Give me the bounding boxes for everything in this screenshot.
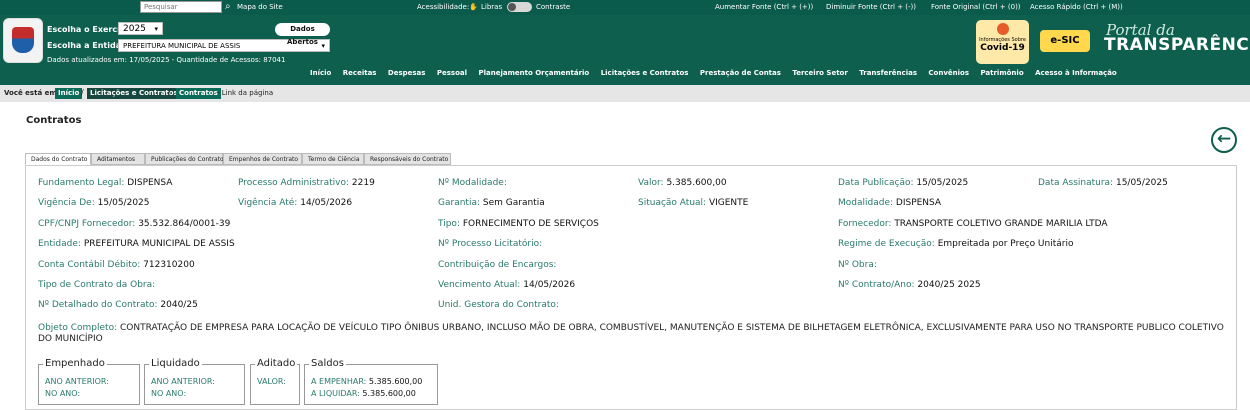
contrast-label[interactable]: Contraste (536, 3, 570, 11)
saldo-a-liquidar: A LIQUIDAR: 5.385.600,00 (311, 389, 416, 398)
box-saldos: Saldos A EMPENHAR: 5.385.600,00 A LIQUID… (304, 358, 438, 405)
field-processo-administrativo: Processo Administrativo: 2219 (238, 178, 375, 188)
field-n-obra: Nº Obra: (838, 260, 877, 270)
nav-licitacoes[interactable]: Licitações e Contratos (601, 69, 689, 77)
field-n-contrato-ano: Nº Contrato/Ano: 2040/25 2025 (838, 280, 981, 290)
field-data-assinatura: Data Assinatura: 15/05/2025 (1038, 178, 1168, 188)
nav-transferencias[interactable]: Transferências (859, 69, 917, 77)
chevron-down-icon: ▾ (154, 25, 158, 33)
page-title: Contratos (26, 115, 82, 126)
nav-receitas[interactable]: Receitas (343, 69, 377, 77)
tab-publicacoes[interactable]: Publicações do Contrato (145, 153, 224, 165)
tab-termo-ciencia[interactable]: Termo de Ciência (302, 153, 364, 165)
box-empenhado: Empenhado ANO ANTERIOR: NO ANO: (38, 358, 140, 405)
tab-empenhos[interactable]: Empenhos de Contrato (223, 153, 302, 165)
update-info: Dados atualizados em: 17/05/2025 - Quant… (47, 56, 286, 64)
contract-details-panel: Fundamento Legal: DISPENSA Processo Admi… (25, 165, 1237, 410)
saldo-a-empenhar: A EMPENHAR: 5.385.600,00 (311, 377, 423, 386)
exercicio-select[interactable]: 2025 ▾ (118, 22, 163, 35)
breadcrumb-licitacoes[interactable]: Licitações e Contratos (87, 88, 181, 99)
nav-prestacao[interactable]: Prestação de Contas (700, 69, 781, 77)
breadcrumb-label: Você está em: (4, 89, 60, 97)
box-title: Empenhado (43, 358, 107, 369)
field-cpf-cnpj: CPF/CNPJ Fornecedor: 35.532.864/0001-39 (38, 219, 231, 229)
aditado-valor: VALOR: (257, 377, 286, 386)
decrease-font-link[interactable]: Diminuir Fonte (Ctrl + (-)) (826, 3, 916, 11)
tab-aditamentos[interactable]: Aditamentos (91, 153, 145, 165)
libras-icon[interactable]: ✋ (469, 3, 478, 11)
covid-title: Covid-19 (980, 43, 1025, 53)
site-header: Escolha o Exercício: 2025 ▾ Escolha a En… (0, 15, 1250, 85)
field-modalidade: Modalidade: DISPENSA (838, 198, 942, 208)
box-aditado: Aditado VALOR: (250, 358, 300, 405)
box-title: Saldos (309, 358, 346, 369)
contrast-toggle[interactable] (507, 2, 532, 12)
chevron-down-icon: ▾ (321, 42, 325, 50)
field-vigencia-de: Vigência De: 15/05/2025 (38, 198, 150, 208)
back-arrow-icon[interactable]: ← (1211, 127, 1237, 153)
field-entidade: Entidade: PREFEITURA MUNICIPAL DE ASSIS (38, 239, 235, 249)
field-processo-licitatorio: Nº Processo Licitatório: (438, 239, 543, 249)
esic-banner[interactable]: e-SIC (1040, 30, 1090, 52)
increase-font-link[interactable]: Aumentar Fonte (Ctrl + (+)) (715, 3, 813, 11)
field-conta-contabil: Conta Contábil Débito: 712310200 (38, 260, 195, 270)
breadcrumb-note: - Link da página (217, 89, 274, 97)
box-liquidado: Liquidado ANO ANTERIOR: NO ANO: (144, 358, 245, 405)
liquidado-ano-anterior: ANO ANTERIOR: (151, 377, 215, 386)
main-nav: Início Receitas Despesas Pessoal Planeja… (310, 69, 1126, 77)
search-icon[interactable]: ⌕ (225, 1, 231, 12)
entidade-value: PREFEITURA MUNICIPAL DE ASSIS (123, 42, 241, 50)
nav-convenios[interactable]: Convênios (928, 69, 969, 77)
liquidado-no-ano: NO ANO: (151, 389, 187, 398)
accessibility-label: Acessibilidade: (417, 3, 470, 11)
tab-responsaveis[interactable]: Responsáveis do Contrato (364, 153, 451, 165)
field-regime-execucao: Regime de Execução: Empreitada por Preço… (838, 239, 1074, 249)
field-garantia: Garantia: Sem Garantia (438, 198, 545, 208)
sitemap-link[interactable]: Mapa do Site (237, 3, 283, 11)
nav-patrimonio[interactable]: Patrimônio (980, 69, 1023, 77)
field-vencimento-atual: Vencimento Atual: 14/05/2026 (438, 280, 576, 290)
field-fundamento-legal: Fundamento Legal: DISPENSA (38, 178, 173, 188)
breadcrumb: Você está em: Início / Licitações e Cont… (0, 85, 1250, 102)
nav-terceiro-setor[interactable]: Terceiro Setor (792, 69, 847, 77)
nav-acesso-informacao[interactable]: Acesso à Informação (1035, 69, 1117, 77)
libras-link[interactable]: Libras (481, 3, 502, 11)
field-fornecedor: Fornecedor: TRANSPORTE COLETIVO GRANDE M… (838, 219, 1108, 229)
portal-title: TRANSPARÊNCIA (1104, 35, 1250, 55)
city-coat-of-arms-logo[interactable] (3, 18, 43, 63)
nav-despesas[interactable]: Despesas (388, 69, 426, 77)
nav-inicio[interactable]: Início (310, 69, 331, 77)
open-data-button[interactable]: Dados Abertos (275, 23, 330, 46)
covid-banner[interactable]: Informações Sobre Covid-19 (976, 20, 1029, 64)
empenhado-ano-anterior: ANO ANTERIOR: (45, 377, 109, 386)
breadcrumb-separator: / (168, 88, 171, 97)
breadcrumb-inicio[interactable]: Início (55, 88, 83, 99)
field-objeto-completo: Objeto Completo: CONTRATAÇÃO DE EMPRESA … (38, 323, 1224, 344)
field-data-publicacao: Data Publicação: 15/05/2025 (838, 178, 969, 188)
box-title: Liquidado (149, 358, 202, 369)
field-n-modalidade: Nº Modalidade: (438, 178, 507, 188)
quick-access-link[interactable]: Acesso Rápido (Ctrl + (M)) (1030, 3, 1123, 11)
field-situacao-atual: Situação Atual: VIGENTE (638, 198, 749, 208)
field-vigencia-ate: Vigência Até: 14/05/2026 (238, 198, 353, 208)
tab-dados-contrato[interactable]: Dados do Contrato (25, 153, 91, 165)
search-input[interactable] (140, 1, 222, 13)
field-tipo: Tipo: FORNECIMENTO DE SERVIÇOS (438, 219, 599, 229)
nav-pessoal[interactable]: Pessoal (437, 69, 467, 77)
breadcrumb-contratos[interactable]: Contratos (176, 88, 221, 99)
field-n-detalhado: Nº Detalhado do Contrato: 2040/25 (38, 300, 198, 310)
top-utility-bar: ⌕ Mapa do Site Acessibilidade: ✋ Libras … (0, 0, 1250, 15)
box-title: Aditado (255, 358, 298, 369)
breadcrumb-separator: / (81, 88, 84, 97)
exercicio-value: 2025 (123, 24, 146, 34)
virus-icon (996, 23, 1009, 35)
field-tipo-contrato-obra: Tipo de Contrato da Obra: (38, 280, 156, 290)
empenhado-no-ano: NO ANO: (45, 389, 81, 398)
field-unid-gestora: Unid. Gestora do Contrato: (438, 300, 559, 310)
field-contribuicao-encargos: Contribuição de Encargos: (438, 260, 557, 270)
field-valor: Valor: 5.385.600,00 (638, 178, 727, 188)
nav-planejamento[interactable]: Planejamento Orçamentário (478, 69, 589, 77)
original-font-link[interactable]: Fonte Original (Ctrl + (0)) (931, 3, 1021, 11)
